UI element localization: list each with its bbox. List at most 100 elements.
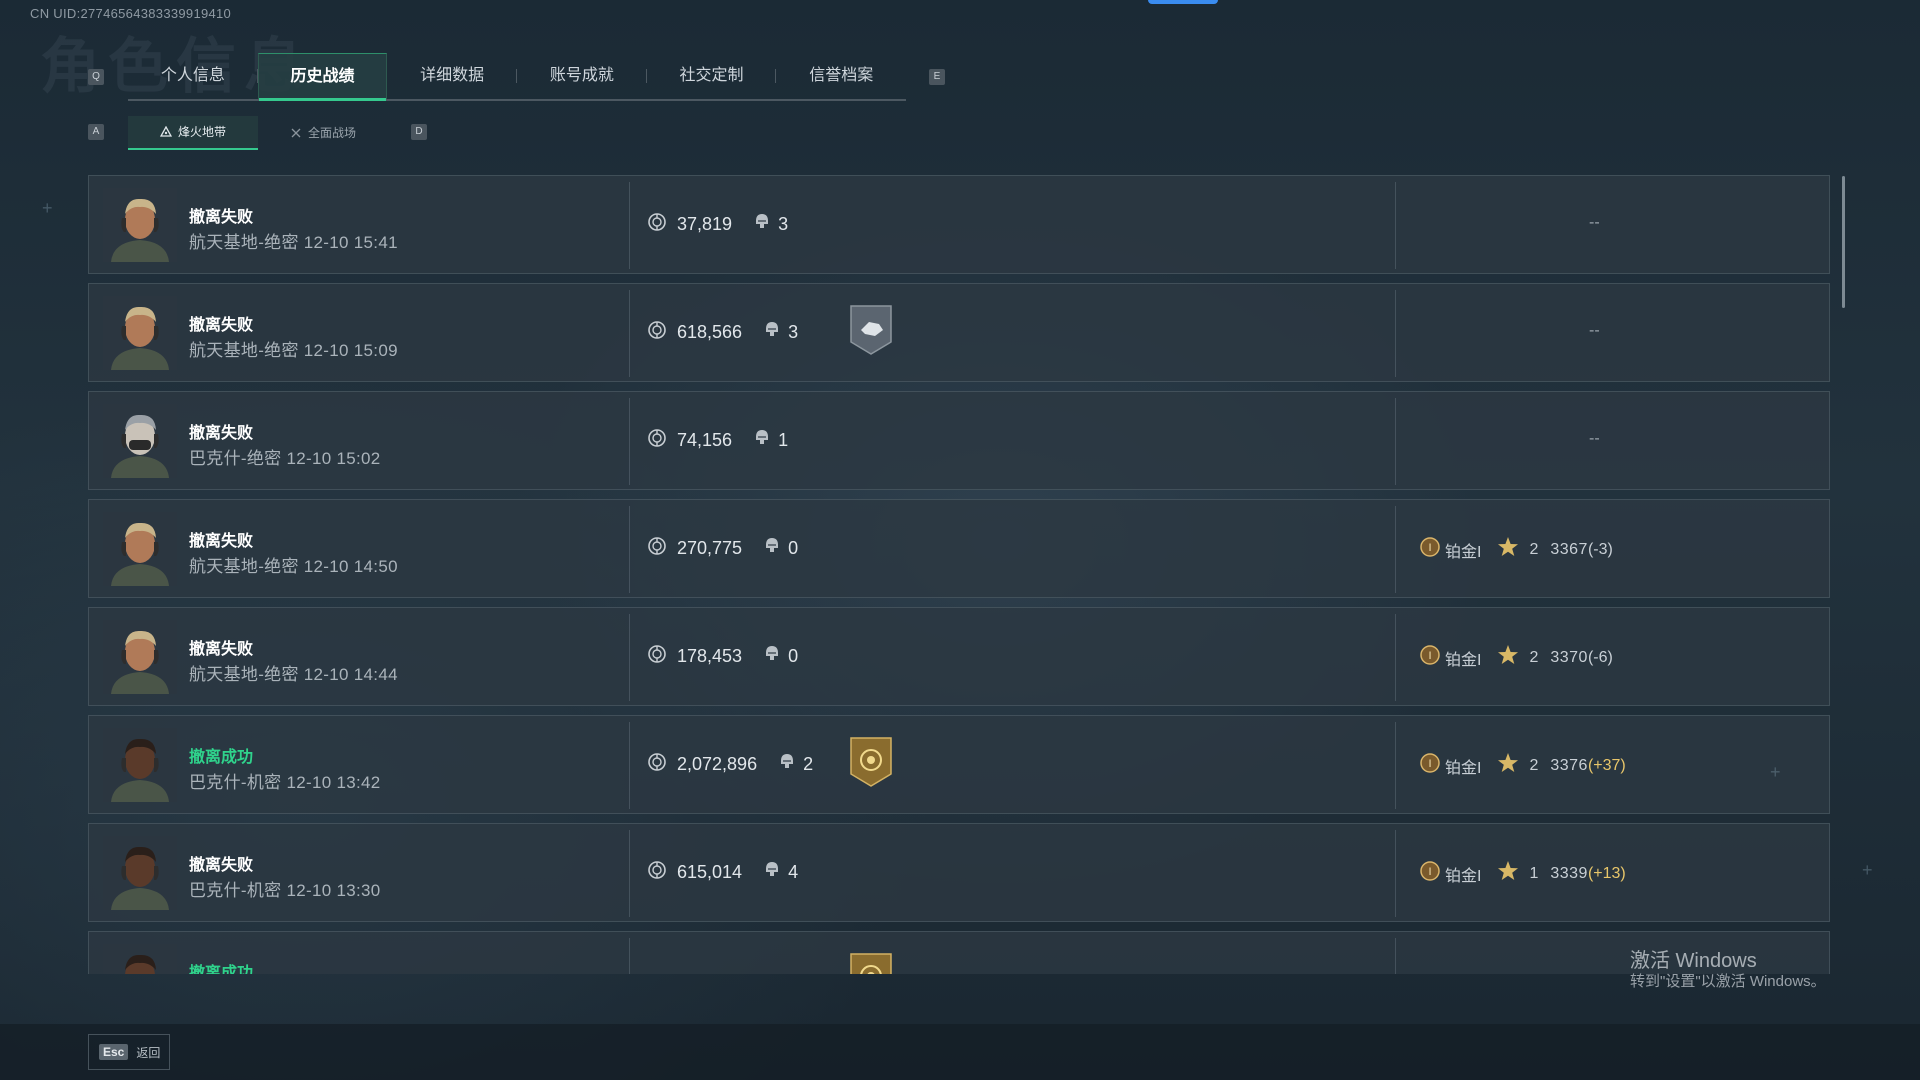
match-row[interactable]: 撤离失败 航天基地-绝密 12-10 14:44 178,453 0 I 铂金I 2 3370… xyxy=(88,607,1830,706)
tab-reputation[interactable]: 信誉档案 xyxy=(776,53,906,99)
rank-info: I 铂金I 2 3370 (-6) xyxy=(1419,644,1613,671)
rank-stars: 2 xyxy=(1529,648,1539,666)
loot-value: 270,775 0 xyxy=(647,536,798,561)
tab-social[interactable]: 社交定制 xyxy=(647,53,777,99)
kill-count-text: 0 xyxy=(788,538,799,558)
subtab-full-battlefield[interactable]: 全面战场 xyxy=(258,116,388,150)
star-icon xyxy=(1481,644,1529,671)
player-uid: CN UID:27746564383339919410 xyxy=(30,6,232,21)
operator-avatar xyxy=(103,512,177,586)
operator-avatar xyxy=(103,728,177,802)
prev-tab-key[interactable]: Q xyxy=(88,69,104,85)
gold-coin-badge[interactable] xyxy=(849,736,893,788)
tab-label: 历史战绩 xyxy=(290,68,355,85)
kill-count: 3 xyxy=(754,213,788,236)
match-history-list: 撤离失败 航天基地-绝密 12-10 15:41 37,819 3 -- 撤离失败 航天基地… xyxy=(88,175,1832,974)
loot-value: 2,072,896 2 xyxy=(647,752,813,777)
kill-count-text: 3 xyxy=(788,322,799,342)
svg-text:I: I xyxy=(1428,866,1431,878)
rank-tier: 铂金I xyxy=(1445,867,1482,885)
map-and-time: 航天基地-绝密 12-10 15:09 xyxy=(189,341,398,360)
column-divider xyxy=(629,830,630,917)
star-icon xyxy=(1481,752,1529,779)
next-subtab-key[interactable]: D xyxy=(411,124,427,140)
extraction-result: 撤离失败 xyxy=(189,641,254,658)
kill-count: 0 xyxy=(764,537,798,560)
match-row[interactable]: 撤离失败 巴克什-机密 12-10 13:30 615,014 4 I 铂金I 1 3339(… xyxy=(88,823,1830,922)
silver-hand-badge[interactable] xyxy=(849,304,893,356)
map-and-time: 航天基地-绝密 12-10 15:41 xyxy=(189,233,398,252)
rank-info: I 铂金I 2 3367 (-3) xyxy=(1419,536,1613,563)
rank-tier: 铂金I xyxy=(1445,651,1482,669)
match-row[interactable]: 撤离失败 航天基地-绝密 12-10 15:41 37,819 3 -- xyxy=(88,175,1830,274)
column-divider xyxy=(1395,722,1396,809)
extraction-result: 撤离失败 xyxy=(189,209,254,226)
prev-subtab-key[interactable]: A xyxy=(88,124,104,140)
column-divider xyxy=(629,290,630,377)
match-row[interactable]: 撤离失败 巴克什-绝密 12-10 15:02 74,156 1 -- xyxy=(88,391,1830,490)
helmet-icon xyxy=(764,321,780,344)
rank-delta: (+13) xyxy=(1587,864,1626,882)
extraction-result: 撤离成功 xyxy=(189,965,254,974)
decor-cross: + xyxy=(1770,762,1781,782)
extraction-result: 撤离失败 xyxy=(189,425,254,442)
rank-info: I 铂金I 1 3339 (+13) xyxy=(1419,860,1626,887)
rank-medal-icon: I xyxy=(1419,860,1445,887)
loot-value-text: 74,156 xyxy=(677,430,733,450)
loot-value: 74,156 1 xyxy=(647,428,788,453)
back-button[interactable]: Esc 返回 xyxy=(88,1034,170,1070)
main-tabs: 个人信息 历史战绩 详细数据 账号成就 社交定制 信誉档案 xyxy=(128,53,906,101)
column-divider xyxy=(1395,506,1396,593)
extraction-result: 撤离失败 xyxy=(189,317,254,334)
rank-score: 3367 xyxy=(1550,540,1588,558)
match-row[interactable]: 撤离失败 航天基地-绝密 12-10 14:50 270,775 0 I 铂金I 2 3367… xyxy=(88,499,1830,598)
decor-cross: + xyxy=(1862,860,1873,880)
gold-coin-badge[interactable] xyxy=(849,952,893,974)
column-divider xyxy=(629,722,630,809)
rank-score: 3370 xyxy=(1550,648,1588,666)
loot-value-text: 2,072,896 xyxy=(677,754,758,774)
operator-avatar xyxy=(103,296,177,370)
star-icon xyxy=(1481,536,1529,563)
kill-count-text: 2 xyxy=(803,754,814,774)
tab-achievements[interactable]: 账号成就 xyxy=(517,53,647,99)
rank-score: 3376 xyxy=(1550,756,1588,774)
next-tab-key[interactable]: E xyxy=(929,69,945,85)
coin-icon xyxy=(647,212,667,237)
decor-cross: + xyxy=(42,198,53,218)
map-and-time: 航天基地-绝密 12-10 14:50 xyxy=(189,557,398,576)
tab-match-history[interactable]: 历史战绩 xyxy=(257,53,388,101)
coin-icon xyxy=(647,860,667,885)
kill-count: 1 xyxy=(754,429,788,452)
svg-text:I: I xyxy=(1428,542,1431,554)
top-indicator xyxy=(1148,0,1218,4)
rank-tier: 铂金I xyxy=(1445,543,1482,561)
subtab-hazard-zone[interactable]: 烽火地带 xyxy=(128,116,258,150)
rank-empty: -- xyxy=(1589,430,1600,447)
helmet-icon xyxy=(754,213,770,236)
loot-value: 37,819 3 xyxy=(647,212,788,237)
loot-value: 615,014 4 xyxy=(647,860,798,885)
helmet-icon xyxy=(764,537,780,560)
helmet-icon xyxy=(779,753,795,776)
loot-value: 618,566 3 xyxy=(647,320,798,345)
match-row[interactable]: 撤离失败 航天基地-绝密 12-10 15:09 618,566 3 -- xyxy=(88,283,1830,382)
rank-medal-icon: I xyxy=(1419,644,1445,671)
battlefield-icon xyxy=(291,128,301,138)
helmet-icon xyxy=(764,861,780,884)
rank-medal-icon: I xyxy=(1419,536,1445,563)
match-row[interactable]: 撤离成功 巴克什-机密 12-10 13:42 2,072,896 2 I 铂金I 2 337… xyxy=(88,715,1830,814)
tab-label: 账号成就 xyxy=(549,67,614,84)
loot-value-text: 270,775 xyxy=(677,538,743,558)
column-divider xyxy=(629,938,630,974)
column-divider xyxy=(629,398,630,485)
operator-avatar xyxy=(103,404,177,478)
map-and-time: 巴克什-机密 12-10 13:30 xyxy=(189,881,381,900)
tab-personal-info[interactable]: 个人信息 xyxy=(128,53,258,99)
scrollbar[interactable] xyxy=(1842,176,1845,308)
extraction-result: 撤离失败 xyxy=(189,533,254,550)
column-divider xyxy=(629,182,630,269)
map-and-time: 航天基地-绝密 12-10 14:44 xyxy=(189,665,398,684)
tab-detailed-data[interactable]: 详细数据 xyxy=(387,53,518,99)
match-row[interactable]: 撤离成功 xyxy=(88,931,1830,974)
